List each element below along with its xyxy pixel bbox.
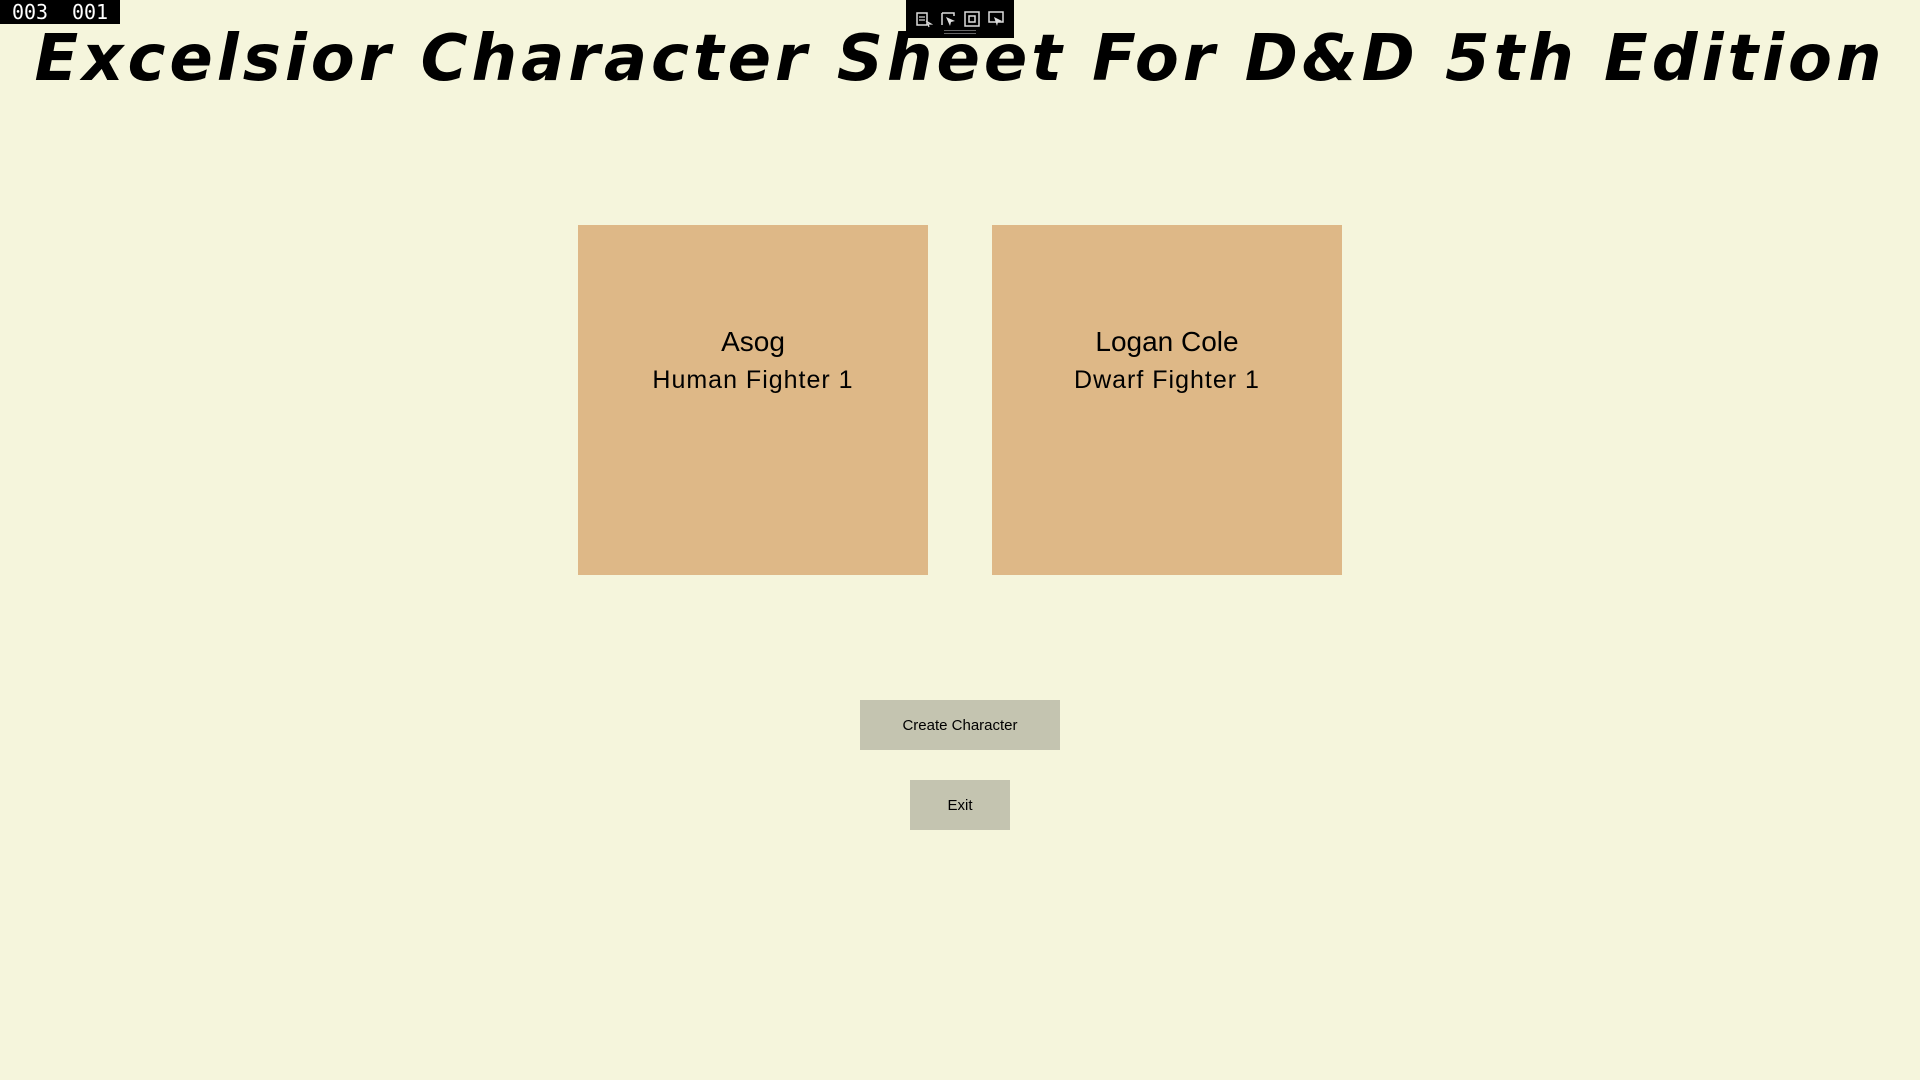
exit-button[interactable]: Exit (910, 780, 1010, 830)
app-window: 003 001 Excelsior Character Sheet For D&… (0, 0, 1920, 1080)
create-character-button[interactable]: Create Character (860, 700, 1060, 750)
character-race-class-level: Dwarf Fighter 1 (1074, 366, 1260, 394)
character-card-asog[interactable]: Asog Human Fighter 1 (578, 225, 928, 575)
app-title: Excelsior Character Sheet For D&D 5th Ed… (34, 22, 1886, 96)
character-race-class-level: Human Fighter 1 (652, 366, 854, 394)
character-card-logan-cole[interactable]: Logan Cole Dwarf Fighter 1 (992, 225, 1342, 575)
character-name: Logan Cole (1095, 326, 1239, 357)
character-name: Asog (721, 326, 785, 357)
